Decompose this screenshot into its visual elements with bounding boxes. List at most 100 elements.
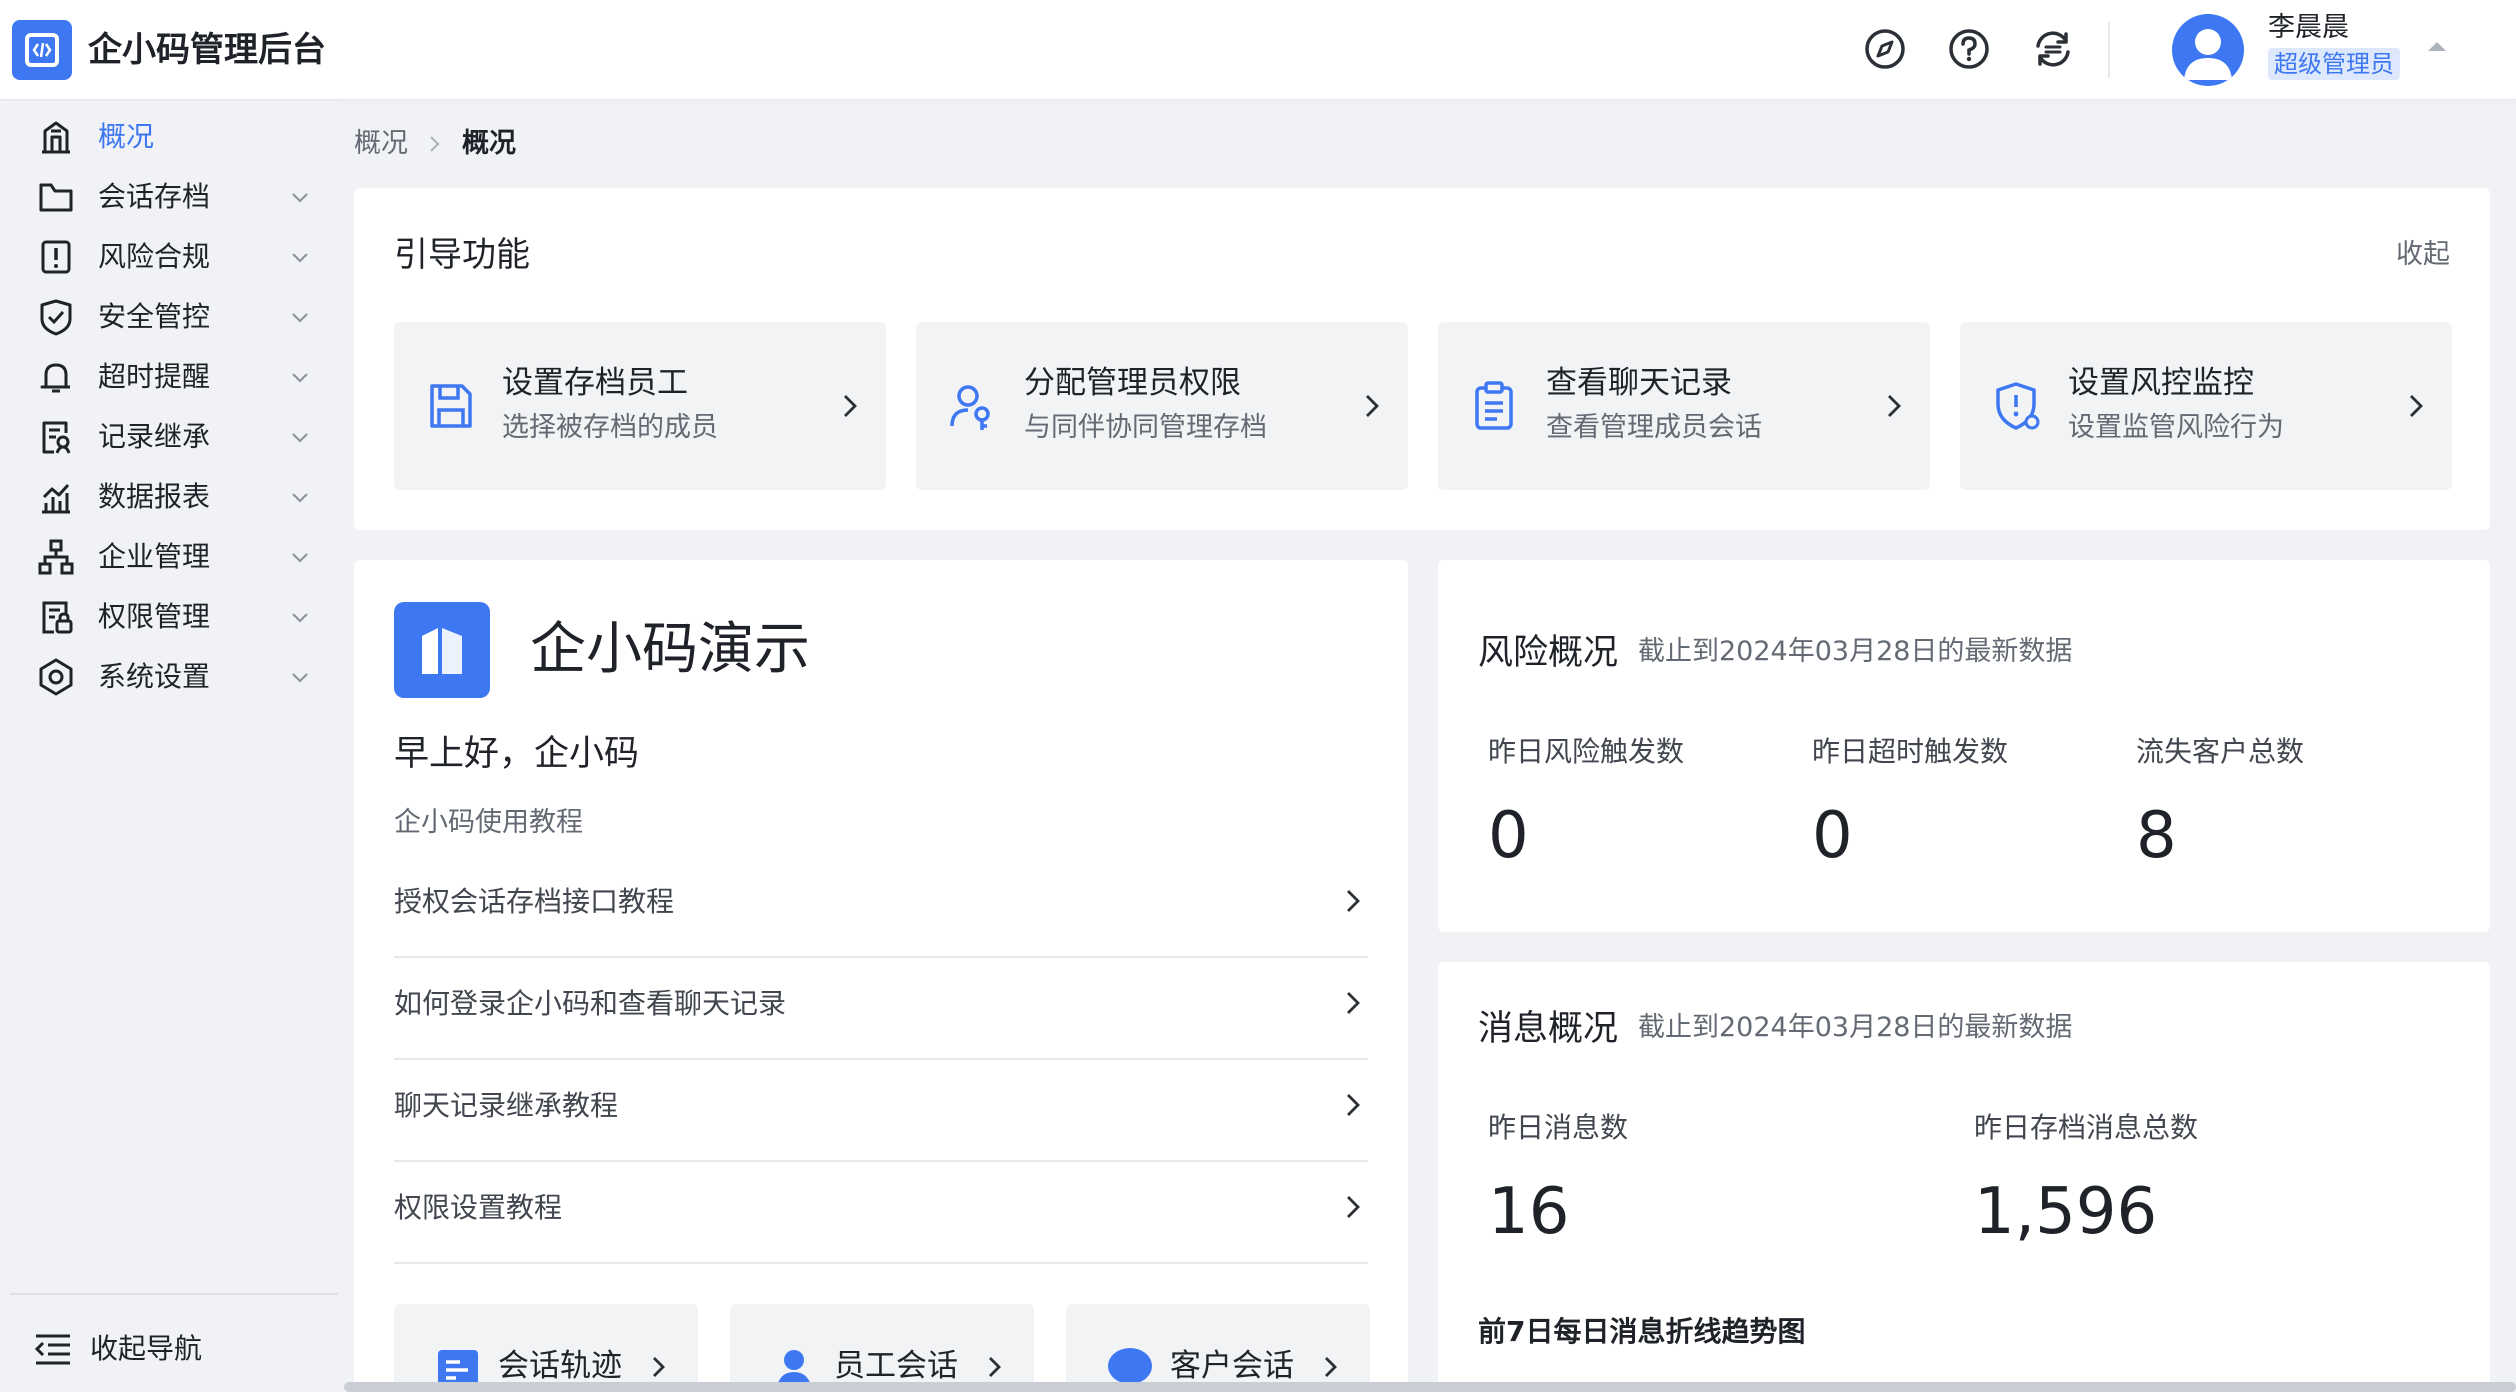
clipboard-icon	[1475, 381, 1513, 430]
app-logo-icon[interactable]	[12, 20, 72, 80]
permission-icon	[42, 601, 73, 634]
stat-label: 流失客户总数	[2136, 735, 2305, 768]
user-role-badge: 超级管理员	[2268, 48, 2400, 80]
sidebar-item-label: 会话存档	[98, 180, 211, 213]
stat-label: 昨日风险触发数	[1488, 735, 1685, 768]
settings-icon	[39, 658, 73, 696]
breadcrumb-item[interactable]: 概况	[354, 124, 408, 164]
horizontal-scrollbar[interactable]	[344, 1382, 2516, 1392]
guide-item-risk-monitor[interactable]: 设置风控监控 设置监管风险行为	[1960, 322, 2452, 490]
guide-item-subtitle: 设置监管风险行为	[2068, 412, 2284, 443]
guide-item-subtitle: 与同伴协同管理存档	[1024, 412, 1267, 443]
chevron-down-icon	[292, 613, 308, 623]
messages-subtitle: 截止到2024年03月28日的最新数据	[1638, 1012, 2073, 1043]
header-divider	[2108, 22, 2110, 78]
sidebar-divider	[10, 1293, 338, 1295]
org-icon	[38, 539, 74, 575]
chevron-right-icon	[989, 1357, 1001, 1377]
guide-item-subtitle: 选择被存档的成员	[502, 412, 718, 443]
app-title: 企小码管理后台	[88, 30, 326, 70]
switch-icon[interactable]	[2030, 26, 2076, 72]
messages-title: 消息概况	[1478, 1009, 1619, 1049]
chevron-right-icon	[1888, 395, 1901, 417]
chevron-down-icon	[292, 553, 308, 563]
chevron-down-icon	[292, 673, 308, 683]
tutorial-item[interactable]: 聊天记录继承教程	[394, 1060, 1368, 1162]
risk-overview-card: 风险概况 截止到2024年03月28日的最新数据 昨日风险触发数 0 昨日超时触…	[1438, 560, 2490, 932]
guide-item-archive-staff[interactable]: 设置存档员工 选择被存档的成员	[394, 322, 886, 490]
company-name: 企小码演示	[530, 617, 810, 682]
message-overview-card: 消息概况 截止到2024年03月28日的最新数据 昨日消息数 16 昨日存档消息…	[1438, 962, 2490, 1392]
greeting: 早上好，企小码	[394, 734, 640, 774]
quick-link-customer-chat[interactable]: 客户会话	[1066, 1304, 1370, 1392]
sidebar-item-settings[interactable]: 系统设置	[0, 641, 338, 713]
chevron-right-icon	[2410, 395, 2423, 417]
sidebar-item-label: 安全管控	[98, 300, 211, 333]
record-icon	[42, 421, 71, 454]
user-key-icon	[950, 385, 990, 430]
collapse-nav-button[interactable]: 收起导航	[0, 1319, 338, 1379]
chart-icon	[42, 483, 70, 514]
sidebar-item-label: 超时提醒	[98, 360, 211, 393]
sidebar-item-label: 概况	[98, 120, 155, 153]
guide-item-admin-permission[interactable]: 分配管理员权限 与同伴协同管理存档	[916, 322, 1408, 490]
chevron-right-icon	[1347, 992, 1360, 1014]
stat-label: 昨日超时触发数	[1812, 735, 2009, 768]
stat-value: 8	[2136, 799, 2177, 873]
save-icon	[430, 384, 472, 428]
tutorial-item[interactable]: 如何登录企小码和查看聊天记录	[394, 958, 1368, 1060]
sidebar-item-label: 系统设置	[98, 660, 211, 693]
quick-link-chat-track[interactable]: 会话轨迹	[394, 1304, 698, 1392]
sidebar-item-label: 企业管理	[98, 540, 211, 573]
guide-item-subtitle: 查看管理成员会话	[1546, 412, 1762, 443]
avatar[interactable]	[2172, 14, 2244, 86]
guide-item-title: 分配管理员权限	[1024, 365, 1241, 401]
trend-chart-title: 前7日每日消息折线趋势图	[1478, 1315, 1806, 1348]
caret-up-icon[interactable]	[2428, 42, 2446, 51]
guide-title: 引导功能	[394, 235, 530, 275]
tutorial-item[interactable]: 授权会话存档接口教程	[394, 856, 1368, 958]
chevron-right-icon	[1347, 890, 1360, 912]
risk-subtitle: 截止到2024年03月28日的最新数据	[1638, 636, 2073, 667]
chevron-right-icon	[653, 1357, 665, 1377]
stat-label: 昨日存档消息总数	[1974, 1111, 2199, 1144]
shield-alert-icon	[1996, 382, 2040, 430]
sidebar-item-label: 记录继承	[98, 420, 211, 453]
chevron-right-icon	[1347, 1094, 1360, 1116]
user-name[interactable]: 李晨晨	[2268, 10, 2349, 46]
chevron-right-icon	[1325, 1357, 1337, 1377]
bell-icon	[40, 363, 70, 393]
guide-collapse-link[interactable]: 收起	[2396, 236, 2450, 274]
guide-item-view-chats[interactable]: 查看聊天记录 查看管理成员会话	[1438, 322, 1930, 490]
compass-icon[interactable]	[1862, 26, 1908, 72]
tutorial-item-label: 聊天记录继承教程	[394, 1089, 619, 1122]
stat-label: 昨日消息数	[1488, 1111, 1629, 1144]
sidebar-item-label: 风险合规	[98, 240, 211, 273]
guide-item-title: 设置风控监控	[2068, 365, 2254, 401]
chevron-down-icon	[292, 433, 308, 443]
alert-icon	[41, 240, 71, 274]
chevron-right-icon	[430, 136, 440, 152]
chevron-right-icon	[1347, 1196, 1360, 1218]
company-logo-icon	[394, 602, 490, 698]
chevron-down-icon	[292, 253, 308, 263]
chevron-down-icon	[292, 313, 308, 323]
guide-card: 引导功能 收起 设置存档员工 选择被存档的成员 分配管理员权限 与同伴协同管理存…	[354, 188, 2490, 530]
company-card: 企小码演示 早上好，企小码 企小码使用教程 授权会话存档接口教程 如何登录企小码…	[354, 560, 1408, 1392]
stat-value: 1,596	[1974, 1175, 2158, 1249]
help-icon[interactable]	[1946, 26, 1992, 72]
chevron-right-icon	[844, 395, 857, 417]
chevron-down-icon	[292, 193, 308, 203]
sidebar: 概况 会话存档 风险合规 安全管控 超时提醒 记录继承 数据报表 企业管理 权限…	[0, 101, 338, 1392]
tutorial-item-label: 授权会话存档接口教程	[394, 885, 675, 918]
quick-link-employee-chat[interactable]: 员工会话	[730, 1304, 1034, 1392]
chevron-down-icon	[292, 493, 308, 503]
risk-title: 风险概况	[1478, 633, 1619, 673]
building-icon	[42, 121, 70, 154]
tutorial-item[interactable]: 权限设置教程	[394, 1162, 1368, 1264]
stat-value: 16	[1488, 1175, 1570, 1249]
folder-icon	[39, 183, 73, 212]
collapse-menu-icon	[34, 1334, 70, 1365]
sidebar-item-label: 数据报表	[98, 480, 211, 513]
tutorial-item-label: 如何登录企小码和查看聊天记录	[394, 987, 787, 1020]
